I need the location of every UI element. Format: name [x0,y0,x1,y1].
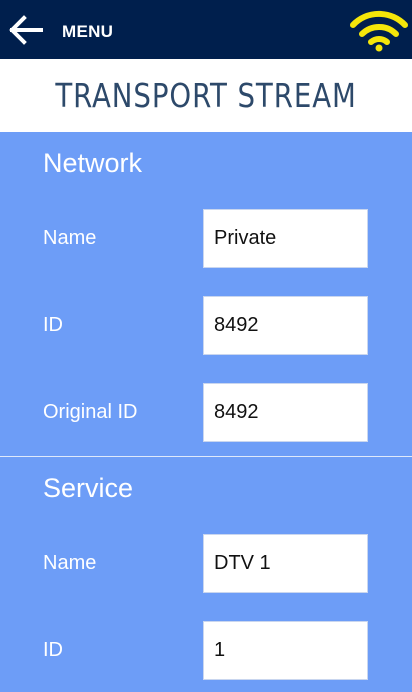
network-name-input[interactable] [203,209,368,268]
network-original-id-input[interactable] [203,383,368,442]
top-bar: MENU [0,0,412,59]
section-divider [0,456,412,457]
service-section-title: Service [43,473,134,503]
wifi-icon [350,10,408,52]
network-id-label: ID [43,314,63,336]
service-id-input[interactable] [203,621,368,680]
network-section-title: Network [43,148,143,178]
network-original-id-label: Original ID [43,401,138,423]
title-bar: TRANSPORT STREAM [0,59,412,132]
page-title: TRANSPORT STREAM [55,76,357,115]
service-name-input[interactable] [203,534,368,593]
service-name-label: Name [43,552,97,574]
service-id-label: ID [43,639,63,661]
network-name-label: Name [43,227,97,249]
arrow-left-icon [9,15,43,45]
transport-stream-screen: MENU TRANSPORT STREAM Network Name ID Or… [0,0,412,692]
menu-label[interactable]: MENU [62,22,113,42]
back-button[interactable] [6,10,46,50]
network-id-input[interactable] [203,296,368,355]
